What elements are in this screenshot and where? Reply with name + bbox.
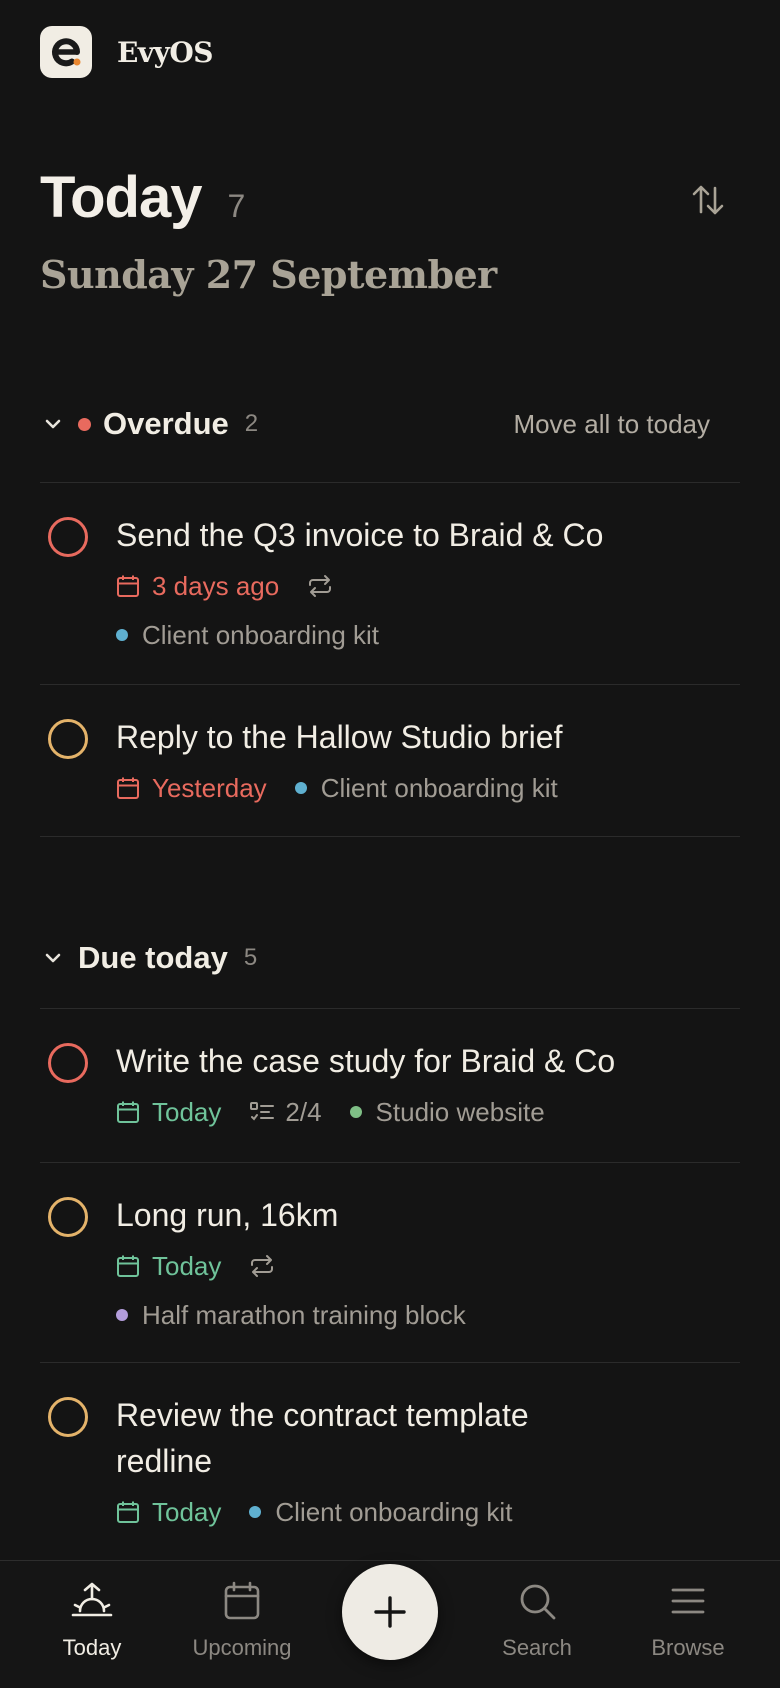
task-title: Review the contract template redline [116,1392,529,1484]
move-all-to-today-button[interactable]: Move all to today [513,409,710,440]
project-name: Studio website [375,1096,545,1127]
calendar-icon [117,575,139,597]
task-item[interactable]: Review the contract template redline Tod… [40,1394,740,1554]
project-dot-icon [349,1106,362,1118]
task-title: Reply to the Hallow Studio brief [116,719,563,755]
complete-checkbox[interactable] [48,1197,88,1237]
page-header: Today 7 [40,164,245,231]
divider [40,836,740,837]
task-count: 7 [227,188,246,224]
sort-button[interactable] [688,178,728,222]
due-date: 3 days ago [152,570,280,601]
logo-e-icon [52,38,81,67]
section-header-overdue: Overdue 2 Move all to today [40,394,740,454]
section-count: 2 [244,410,259,437]
project-name: Client onboarding kit [142,619,380,650]
project-name: Half marathon training block [142,1299,466,1330]
task-project: Client onboarding kit [249,1497,512,1528]
subtask-progress: 2/4 [249,1096,322,1128]
project-dot-icon [294,782,307,794]
calendar-icon [220,1579,264,1623]
section-title: Due today [78,940,228,975]
tab-label: Upcoming [192,1635,292,1660]
task-meta: Yesterday Client onboarding kit [116,771,558,805]
collapse-chevron-icon[interactable] [40,411,66,437]
tab-label: Browse [651,1635,725,1660]
task-item[interactable]: Reply to the Hallow Studio brief Yesterd… [40,716,740,836]
project-name: Client onboarding kit [275,1496,513,1527]
tab-search[interactable]: Search [472,1579,602,1661]
calendar-icon [117,1255,139,1277]
app-header: EvyOS [40,26,214,78]
due-date: Today [152,1496,222,1527]
task-project: Client onboarding kit [116,618,379,652]
task-meta: Today Client onboarding kit [116,1495,512,1529]
tab-label: Today [62,1635,122,1660]
task-item[interactable]: Send the Q3 invoice to Braid & Co 3 days… [40,514,740,684]
complete-checkbox[interactable] [48,719,88,759]
task-title: Write the case study for Braid & Co [116,1043,616,1079]
page-title: Today [40,165,202,230]
task-item[interactable]: Write the case study for Braid & Co Toda… [40,1040,740,1162]
menu-icon [666,1579,710,1623]
tab-browse[interactable]: Browse [623,1579,753,1661]
due-date: Yesterday [152,772,267,803]
add-task-button[interactable] [342,1564,438,1660]
complete-checkbox[interactable] [48,517,88,557]
task-title: Long run, 16km [116,1197,339,1233]
sort-arrows-icon [692,185,724,215]
date-heading: Sunday 27 September [40,252,497,297]
task-title-line: redline [116,1443,213,1479]
calendar-icon [117,1501,139,1523]
complete-checkbox[interactable] [48,1043,88,1083]
due-date: Today [152,1096,222,1127]
divider [40,1362,740,1363]
task-item[interactable]: Long run, 16km Today Half marathon train… [40,1194,740,1362]
repeat-icon [251,1255,274,1277]
section-title: Overdue [103,406,229,441]
plus-icon [374,1596,406,1628]
section-count: 5 [243,944,258,971]
app-logo[interactable] [40,26,92,78]
project-dot-icon [249,1506,262,1518]
subtask-count: 2/4 [285,1096,322,1127]
project-name: Client onboarding kit [320,772,558,803]
due-date: Today [152,1250,222,1281]
collapse-chevron-icon[interactable] [40,945,66,971]
task-meta: Today 2/4 Studio website [116,1095,545,1129]
task-meta: Today [116,1249,275,1283]
checklist-icon [250,1102,275,1121]
calendar-icon [117,1101,139,1123]
task-project: Client onboarding kit [294,772,558,804]
divider [40,1008,740,1009]
tab-upcoming[interactable]: Upcoming [177,1579,307,1661]
sunrise-icon [70,1579,114,1623]
divider [40,1162,740,1163]
section-header-due-today: Due today 5 [40,928,740,988]
tab-today[interactable]: Today [27,1579,157,1661]
task-title-line: Review the contract template [116,1397,529,1433]
task-project: Studio website [349,1096,545,1128]
divider [40,482,740,483]
overdue-dot-icon [78,417,91,431]
repeat-icon [309,575,332,597]
project-dot-icon [116,1309,128,1321]
task-meta: 3 days ago [116,569,333,603]
task-project: Half marathon training block [116,1298,466,1332]
tab-label: Search [502,1635,572,1660]
task-title: Send the Q3 invoice to Braid & Co [116,517,604,553]
project-dot-icon [116,629,128,641]
calendar-icon [117,777,139,799]
app-name: EvyOS [117,35,214,69]
complete-checkbox[interactable] [48,1397,88,1437]
divider [40,684,740,685]
search-icon [515,1579,559,1623]
